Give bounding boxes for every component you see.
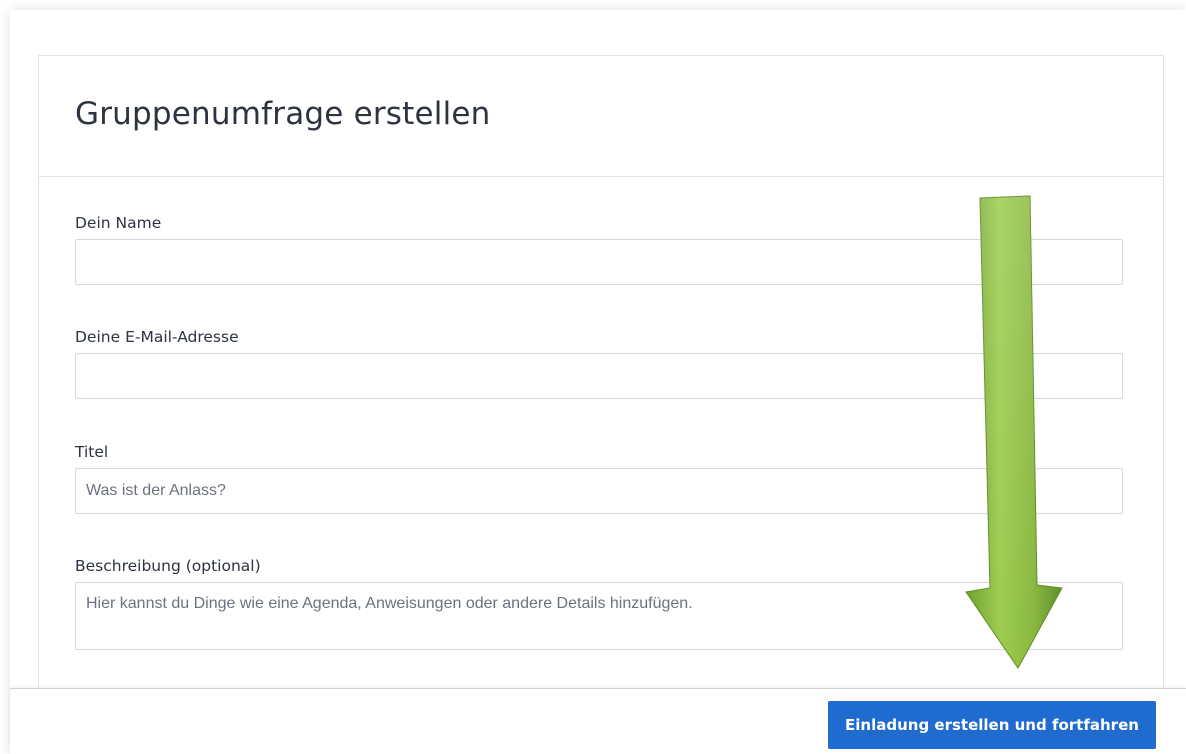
page: Gruppenumfrage erstellen Dein Name Deine… bbox=[0, 0, 1186, 754]
card-header: Gruppenumfrage erstellen bbox=[39, 56, 1163, 177]
footer-bar: Einladung erstellen und fortfahren bbox=[10, 688, 1186, 754]
poll-form-card: Gruppenumfrage erstellen Dein Name Deine… bbox=[38, 55, 1164, 695]
email-label: Deine E-Mail-Adresse bbox=[75, 328, 239, 346]
name-label: Dein Name bbox=[75, 214, 162, 232]
page-title: Gruppenumfrage erstellen bbox=[75, 96, 491, 132]
title-field[interactable] bbox=[75, 468, 1123, 514]
create-invite-button[interactable]: Einladung erstellen und fortfahren bbox=[828, 701, 1156, 749]
description-field[interactable] bbox=[75, 582, 1123, 650]
title-label: Titel bbox=[75, 443, 109, 461]
description-label: Beschreibung (optional) bbox=[75, 557, 261, 575]
email-field[interactable] bbox=[75, 353, 1123, 399]
name-field[interactable] bbox=[75, 239, 1123, 285]
